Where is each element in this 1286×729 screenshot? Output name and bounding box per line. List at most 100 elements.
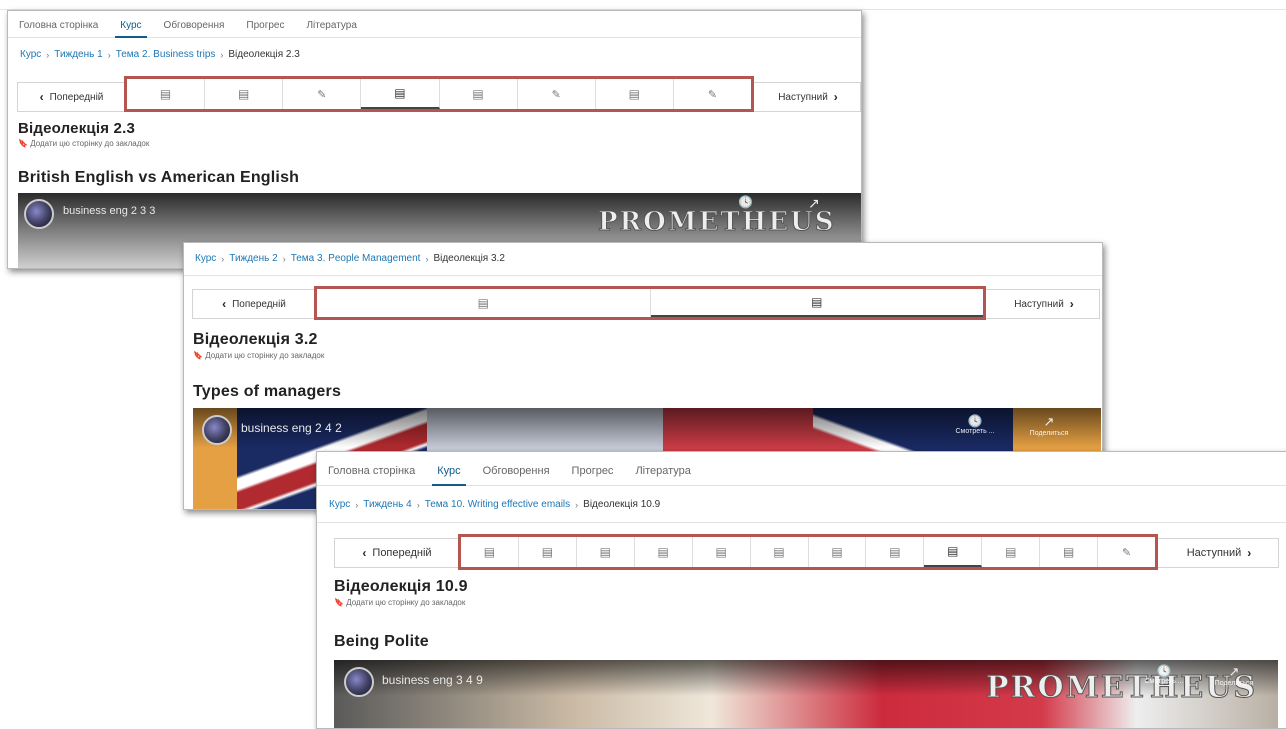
- film-icon: ▤: [472, 87, 484, 101]
- screenshot-week4: Головна сторінка Курс Обговорення Прогре…: [316, 451, 1286, 729]
- video-heading: British English vs American English: [18, 169, 300, 186]
- channel-avatar: [24, 199, 54, 229]
- sequence-unit-7[interactable]: ▤: [809, 537, 867, 567]
- breadcrumb-course[interactable]: Курс: [20, 49, 41, 60]
- sequence-unit-6[interactable]: ▤: [751, 537, 809, 567]
- page-title: Відеолекція 3.2: [193, 331, 318, 348]
- share-label: Поделиться: [1029, 430, 1069, 437]
- film-icon: ▤: [947, 544, 959, 558]
- tab-literature[interactable]: Література: [624, 465, 701, 485]
- sequence-unit-3[interactable]: ▤: [577, 537, 635, 567]
- sequence-unit-12[interactable]: ✎: [1098, 537, 1155, 567]
- breadcrumb-week[interactable]: Тиждень 1: [54, 49, 102, 60]
- sequence-unit-4[interactable]: ▤: [361, 79, 440, 109]
- sequence-unit-11[interactable]: ▤: [1040, 537, 1099, 567]
- video-title: business eng 2 4 2: [241, 421, 342, 435]
- edit-icon: ✎: [317, 88, 327, 101]
- bookmark-link[interactable]: 🔖 Додати цю сторінку до закладок: [334, 598, 468, 607]
- tab-progress[interactable]: Прогрес: [561, 465, 625, 485]
- clock-icon: 🕓: [1156, 664, 1172, 678]
- sequence-unit-5[interactable]: ▤: [693, 537, 751, 567]
- tab-discussion[interactable]: Обговорення: [153, 20, 236, 37]
- sequence-unit-9[interactable]: ▤: [924, 537, 983, 567]
- sequence-unit-1[interactable]: ▤: [461, 537, 519, 567]
- breadcrumb-course[interactable]: Курс: [329, 499, 350, 510]
- sequence-unit-8[interactable]: ✎: [674, 79, 751, 109]
- watch-later-button[interactable]: 🕓 Смотреть ...: [945, 414, 1005, 435]
- previous-label: Попередній: [372, 547, 432, 559]
- sequence-nav: ‹ Попередній ▤ ▤ ▤ ▤ ▤ ▤ ▤ ▤ ▤ ▤ ▤ ✎ Наступний ›: [334, 534, 1279, 570]
- edit-icon: ✎: [1121, 546, 1132, 559]
- video-title: business eng 2 3 3: [63, 205, 156, 217]
- chevron-right-icon: ›: [1247, 546, 1252, 560]
- previous-button[interactable]: ‹ Попередній: [335, 539, 459, 567]
- sequence-unit-1[interactable]: ▤: [127, 79, 206, 109]
- clock-icon: 🕓: [967, 414, 983, 428]
- chevron-right-icon: ›: [282, 253, 286, 264]
- video-player[interactable]: business eng 3 4 9 PROMETHEUS 🕓 Смотреть …: [334, 660, 1278, 728]
- sequence-unit-3[interactable]: ✎: [283, 79, 362, 109]
- chevron-right-icon: ›: [425, 253, 429, 264]
- breadcrumb-topic[interactable]: Тема 10. Writing effective emails: [425, 499, 570, 510]
- sequence-unit-5[interactable]: ▤: [440, 79, 518, 109]
- clock-icon[interactable]: 🕓: [738, 195, 753, 209]
- course-tabs: Головна сторінка Курс Обговорення Прогре…: [317, 452, 1286, 486]
- film-icon: ▤: [715, 545, 727, 559]
- breadcrumb-topic[interactable]: Тема 3. People Management: [291, 253, 421, 264]
- breadcrumb: Курс › Тиждень 1 › Тема 2. Business trips ›…: [20, 49, 300, 60]
- previous-label: Попередній: [49, 91, 104, 103]
- previous-button[interactable]: ‹ Попередній: [193, 290, 315, 318]
- chevron-right-icon: ›: [416, 499, 420, 510]
- bookmark-label: Додати цю сторінку до закладок: [30, 139, 150, 148]
- share-button[interactable]: ↗ Поделиться: [1019, 414, 1079, 437]
- breadcrumb-topic[interactable]: Тема 2. Business trips: [116, 49, 216, 60]
- prometheus-logo: PROMETHEUS: [598, 207, 836, 238]
- bookmark-link[interactable]: 🔖 Додати цю сторінку до закладок: [193, 351, 324, 360]
- video-heading: Being Polite: [334, 633, 429, 650]
- edit-icon: ✎: [707, 88, 718, 101]
- breadcrumb: Курс › Тиждень 2 › Тема 3. People Manageme…: [195, 253, 505, 264]
- breadcrumb-course[interactable]: Курс: [195, 253, 216, 264]
- watch-later-button[interactable]: 🕓 Смотреть ...: [1134, 664, 1194, 685]
- film-icon: ▤: [773, 545, 785, 559]
- film-icon: ▤: [811, 295, 823, 309]
- breadcrumb-week[interactable]: Тиждень 4: [363, 499, 411, 510]
- breadcrumb-week[interactable]: Тиждень 2: [229, 253, 277, 264]
- tab-progress[interactable]: Прогрес: [235, 20, 295, 37]
- film-icon: ▤: [541, 545, 554, 559]
- chevron-right-icon: ›: [575, 499, 579, 510]
- previous-label: Попередній: [232, 298, 286, 310]
- sequence-unit-7[interactable]: ▤: [596, 79, 674, 109]
- video-heading: Types of managers: [193, 383, 342, 400]
- sequence-unit-2[interactable]: ▤: [519, 537, 577, 567]
- tab-course[interactable]: Курс: [426, 465, 471, 486]
- tab-discussion[interactable]: Обговорення: [472, 465, 561, 485]
- sequence-nav: ‹ Попередній ▤ ▤ Наступний ›: [192, 286, 1100, 320]
- sequence-unit-10[interactable]: ▤: [982, 537, 1041, 567]
- course-tabs: Головна сторінка Курс Обговорення Прогре…: [8, 11, 861, 38]
- sequence-unit-6[interactable]: ✎: [518, 79, 596, 109]
- next-button[interactable]: Наступний ›: [756, 83, 860, 111]
- sequence-unit-4[interactable]: ▤: [635, 537, 693, 567]
- share-button[interactable]: ↗ Поделиться: [1204, 664, 1264, 687]
- bookmark-link[interactable]: 🔖 Додати цю сторінку до закладок: [18, 139, 149, 148]
- share-icon[interactable]: ↗: [808, 195, 820, 212]
- bookmark-label: Додати цю сторінку до закладок: [346, 598, 466, 607]
- previous-button[interactable]: ‹ Попередній: [18, 83, 125, 111]
- sequence-unit-2[interactable]: ▤: [650, 289, 983, 317]
- film-icon: ▤: [238, 87, 250, 101]
- tab-home[interactable]: Головна сторінка: [8, 20, 109, 37]
- tab-course[interactable]: Курс: [109, 20, 152, 38]
- next-button[interactable]: Наступний ›: [1160, 539, 1278, 567]
- sequence-unit-8[interactable]: ▤: [866, 537, 925, 567]
- tab-literature[interactable]: Література: [295, 20, 367, 37]
- film-icon: ▤: [159, 87, 172, 101]
- film-icon: ▤: [831, 545, 843, 559]
- tab-home[interactable]: Головна сторінка: [317, 465, 426, 485]
- next-button[interactable]: Наступний ›: [989, 290, 1099, 318]
- share-label: Поделиться: [1214, 680, 1254, 687]
- sequence-unit-1[interactable]: ▤: [317, 289, 651, 317]
- film-icon: ▤: [657, 545, 669, 559]
- film-icon: ▤: [599, 545, 611, 559]
- sequence-unit-2[interactable]: ▤: [205, 79, 284, 109]
